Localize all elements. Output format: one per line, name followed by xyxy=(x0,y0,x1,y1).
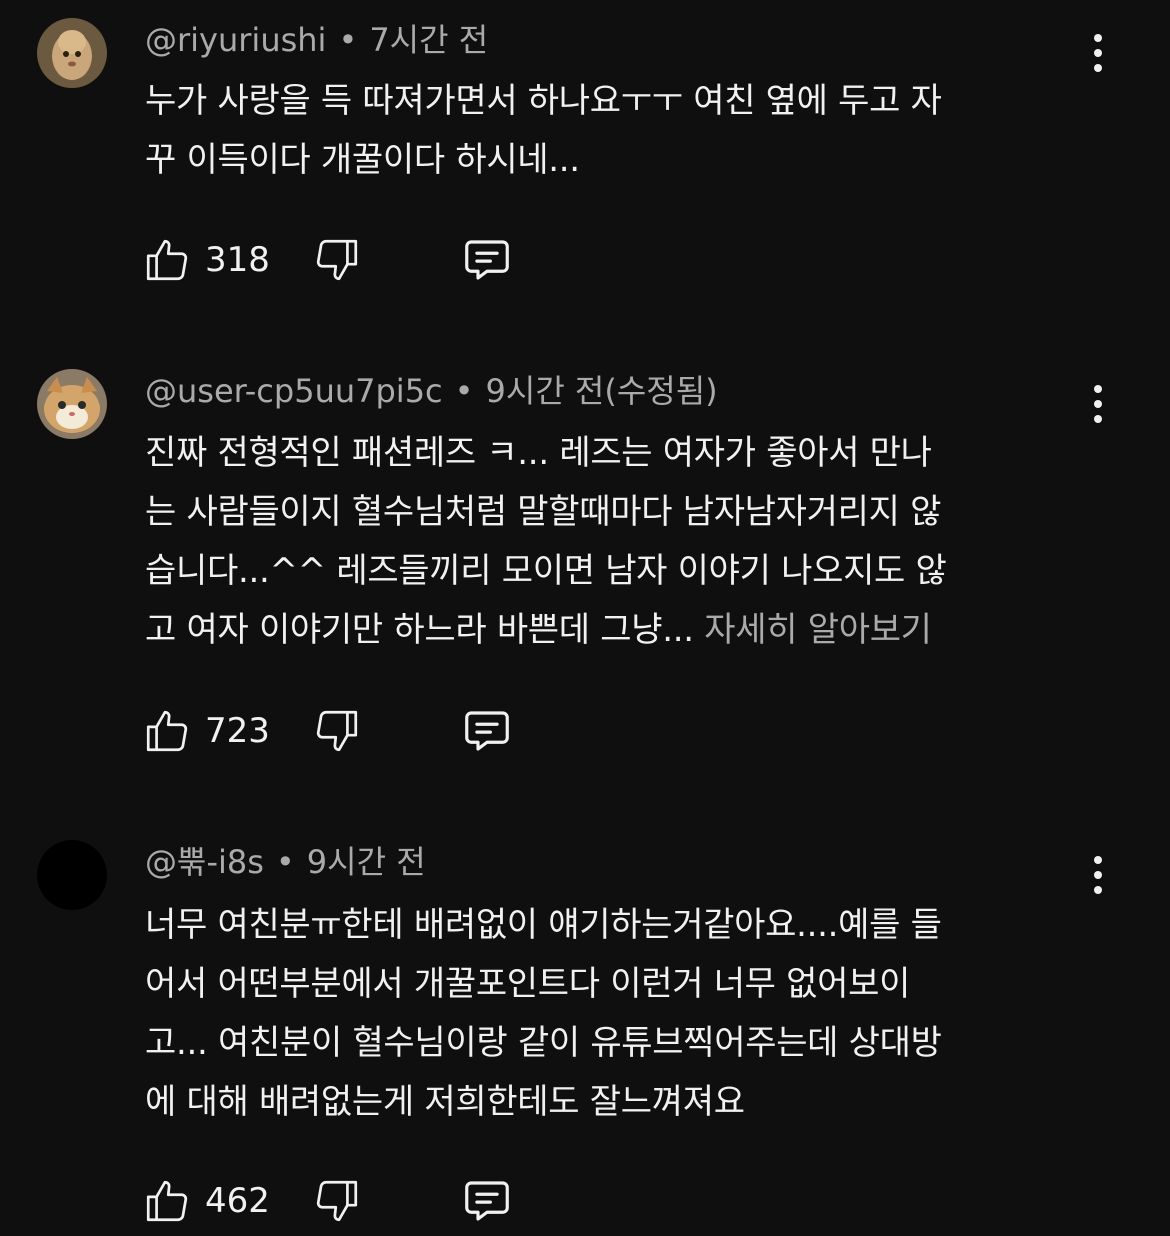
comment-actions: 318 xyxy=(140,230,560,290)
comment-text-line: 어서 어떤부분에서 개꿀포인트다 이런거 너무 없어보이 xyxy=(145,964,911,1004)
dislike-button[interactable] xyxy=(310,701,364,761)
comment-meta: @user-cp5uu7pi5c • 9시간 전(수정됨) xyxy=(145,371,718,411)
dislike-button[interactable] xyxy=(310,230,364,290)
meta-separator: • xyxy=(454,372,474,410)
comment-time: 9시간 전 xyxy=(306,843,426,881)
comment-author[interactable]: @user-cp5uu7pi5c xyxy=(145,372,443,410)
comment-meta: @riyuriushi • 7시간 전 xyxy=(145,20,488,60)
meta-separator: • xyxy=(338,21,358,59)
thumbs-down-icon xyxy=(316,710,358,752)
more-vert-icon[interactable] xyxy=(1080,28,1116,78)
comment-actions: 462 xyxy=(140,1171,560,1231)
thumbs-down-icon xyxy=(316,1180,358,1222)
like-count: 462 xyxy=(205,1181,270,1221)
read-more-link[interactable]: 자세히 알아보기 xyxy=(704,610,932,650)
like-button[interactable] xyxy=(140,701,194,761)
like-button[interactable] xyxy=(140,1171,194,1231)
like-button[interactable] xyxy=(140,230,194,290)
comment-text-line: 고... 여친분이 혈수님이랑 같이 유튜브찍어주는데 상대방 xyxy=(145,1023,942,1063)
comment-text-line: 는 사람들이지 혈수님처럼 말할때마다 남자남자거리지 않 xyxy=(145,492,942,532)
like-count: 318 xyxy=(205,240,270,280)
comment-text-line: 에 대해 배려없는게 저희한테도 잘느껴져요 xyxy=(145,1082,745,1122)
blank-avatar-icon[interactable] xyxy=(37,840,107,910)
reply-comment-icon xyxy=(465,1181,509,1221)
reply-comment-icon xyxy=(465,711,509,751)
comment-time: 9시간 전(수정됨) xyxy=(485,372,718,410)
thumbs-down-icon xyxy=(316,239,358,281)
comment-text-line: 습니다...^^ 레즈들끼리 모이면 남자 이야기 나오지도 않 xyxy=(145,551,947,591)
comment-text-line: 너무 여친분ㅠ한테 배려없이 얘기하는거같아요....예를 들 xyxy=(145,905,942,945)
more-vert-icon[interactable] xyxy=(1080,379,1116,429)
comment-text: 진짜 전형적인 패션레즈 ㅋ... 레즈는 여자가 좋아서 만나 는 사람들이지… xyxy=(145,424,1085,660)
reply-button[interactable] xyxy=(458,1171,516,1231)
doll-avatar-icon[interactable] xyxy=(37,18,107,88)
comment-author[interactable]: @뿎-i8s xyxy=(145,843,264,881)
comment-meta: @뿎-i8s • 9시간 전 xyxy=(145,842,426,882)
comment-text: 누가 사랑을 득 따져가면서 하나요ㅜㅜ 여친 옆에 두고 자 꾸 이득이다 개… xyxy=(145,72,1085,190)
reply-comment-icon xyxy=(465,240,509,280)
comment-text-line: 고 여자 이야기만 하느라 바쁜데 그냥... 자세히 알아보기 xyxy=(145,601,1085,660)
thumbs-up-icon xyxy=(146,239,188,281)
like-count: 723 xyxy=(205,711,270,751)
more-vert-icon[interactable] xyxy=(1080,850,1116,900)
comment-text-line: 꾸 이득이다 개꿀이다 하시네... xyxy=(145,140,580,180)
dislike-button[interactable] xyxy=(310,1171,364,1231)
meta-separator: • xyxy=(275,843,295,881)
thumbs-up-icon xyxy=(146,1180,188,1222)
reply-button[interactable] xyxy=(458,230,516,290)
comment-text-line: 진짜 전형적인 패션레즈 ㅋ... 레즈는 여자가 좋아서 만나 xyxy=(145,433,932,473)
comment-time: 7시간 전 xyxy=(369,21,489,59)
comment-text-fragment: 고 여자 이야기만 하느라 바쁜데 그냥... xyxy=(145,610,705,650)
comment-text: 너무 여친분ㅠ한테 배려없이 얘기하는거같아요....예를 들 어서 어떤부분에… xyxy=(145,896,1085,1132)
reply-button[interactable] xyxy=(458,701,516,761)
comment-text-line: 누가 사랑을 득 따져가면서 하나요ㅜㅜ 여친 옆에 두고 자 xyxy=(145,81,942,121)
comment-author[interactable]: @riyuriushi xyxy=(145,21,326,59)
thumbs-up-icon xyxy=(146,710,188,752)
comment-actions: 723 xyxy=(140,701,560,761)
cat-avatar-icon[interactable] xyxy=(37,369,107,439)
